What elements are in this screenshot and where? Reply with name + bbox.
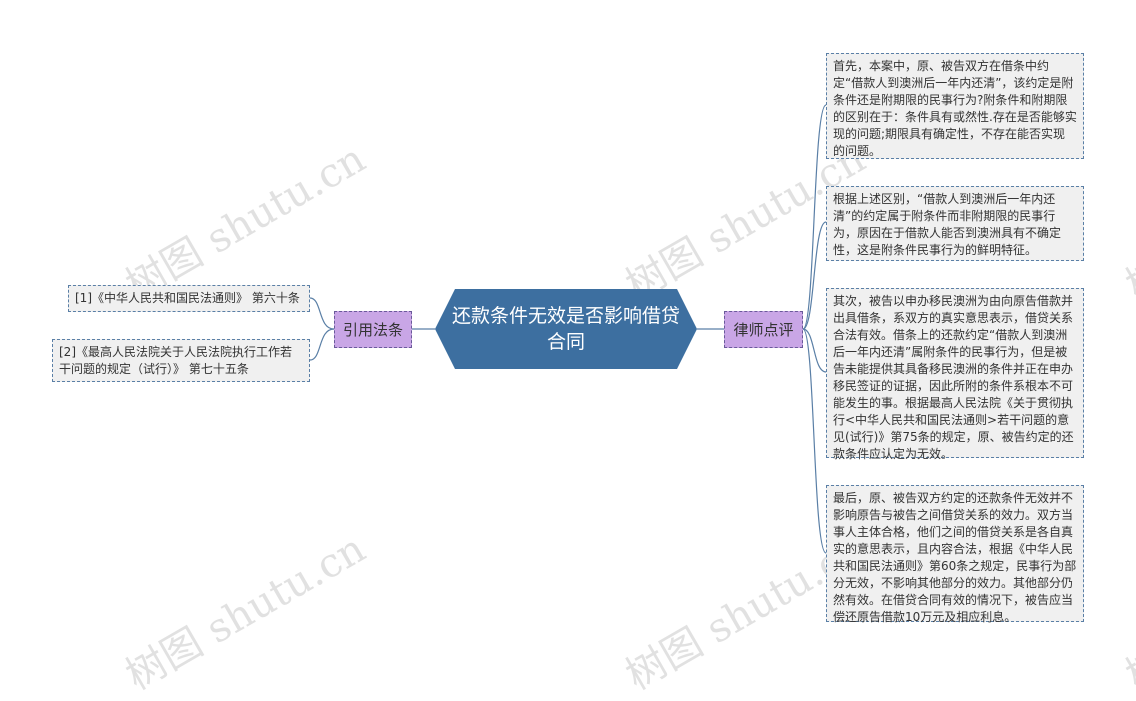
connector-right-leaf-2 bbox=[802, 221, 827, 330]
connector-right-leaf-4 bbox=[802, 328, 827, 554]
leaf-text: [1]《中华人民共和国民法通则》 第六十条 bbox=[75, 291, 300, 305]
central-topic[interactable]: 还款条件无效是否影响借贷合同 bbox=[435, 289, 697, 369]
branch-label: 律师点评 bbox=[733, 321, 794, 339]
leaf-cited-law-1[interactable]: [1]《中华人民共和国民法通则》 第六十条 bbox=[68, 285, 310, 312]
leaf-review-2[interactable]: 根据上述区别，“借款人到澳洲后一年内还清”的约定属于附条件而非附期限的民事行为，… bbox=[826, 186, 1084, 261]
leaf-text: 首先，本案中，原、被告双方在借条中约定“借款人到澳洲后一年内还清”，该约定是附条… bbox=[833, 59, 1077, 158]
leaf-text: 最后，原、被告双方约定的还款条件无效并不影响原告与被告之间借贷关系的效力。双方当… bbox=[833, 491, 1077, 624]
connector-left-leaf-1 bbox=[309, 297, 335, 330]
central-topic-title: 还款条件无效是否影响借贷合同 bbox=[451, 305, 680, 353]
connector-left-leaf-2 bbox=[309, 328, 335, 361]
branch-label: 引用法条 bbox=[342, 321, 403, 339]
leaf-review-1[interactable]: 首先，本案中，原、被告双方在借条中约定“借款人到澳洲后一年内还清”，该约定是附条… bbox=[826, 53, 1084, 159]
leaf-review-4[interactable]: 最后，原、被告双方约定的还款条件无效并不影响原告与被告之间借贷关系的效力。双方当… bbox=[826, 485, 1084, 624]
leaf-cited-law-2[interactable]: [2]《最高人民法院关于人民法院执行工作若干问题的规定（试行）》 第七十五条 bbox=[52, 339, 310, 382]
connector-right-leaf-1 bbox=[802, 104, 827, 330]
leaf-text: [2]《最高人民法院关于人民法院执行工作若干问题的规定（试行）》 第七十五条 bbox=[59, 345, 292, 376]
leaf-text: 根据上述区别，“借款人到澳洲后一年内还清”的约定属于附条件而非附期限的民事行为，… bbox=[833, 192, 1062, 257]
leaf-text: 其次，被告以申办移民澳洲为由向原告借款并出具借条，系双方的真实意思表示，借贷关系… bbox=[833, 294, 1074, 461]
branch-lawyer-review[interactable]: 律师点评 bbox=[724, 311, 803, 348]
leaf-review-3[interactable]: 其次，被告以申办移民澳洲为由向原告借款并出具借条，系双方的真实意思表示，借贷关系… bbox=[826, 288, 1084, 461]
branch-cited-laws[interactable]: 引用法条 bbox=[334, 311, 412, 348]
